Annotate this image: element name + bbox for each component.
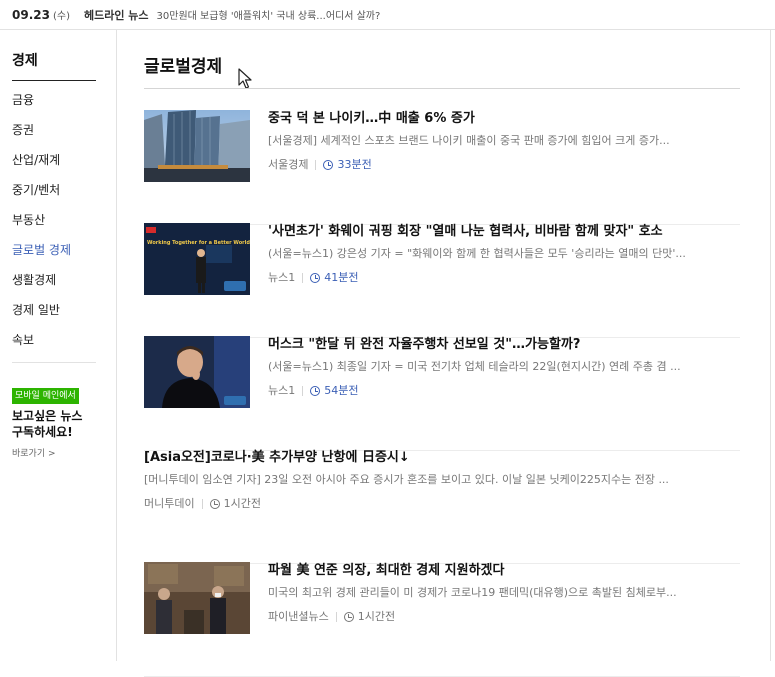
clock-icon — [209, 499, 220, 509]
article-summary[interactable]: 미국의 최고위 경제 관리들이 미 경제가 코로나19 팬데믹(대유행)으로 촉… — [268, 585, 740, 601]
sidebar-item-real-estate[interactable]: 부동산 — [12, 210, 71, 240]
headline-label: 헤드라인 뉴스 — [83, 8, 149, 22]
sidebar: 경제 금융 증권 산업/재계 중기/벤처 부동산 글로벌 경제 생활경제 경제 … — [12, 30, 96, 661]
sidebar-item-global-economy[interactable]: 글로벌 경제 — [12, 240, 71, 270]
clock-icon — [323, 160, 334, 170]
weekday: (수) — [52, 11, 70, 22]
clock-icon — [343, 612, 354, 622]
sidebar-item-finance[interactable]: 금융 — [12, 90, 71, 120]
article-item[interactable]: 머스크 "한달 뒤 완전 자율주행차 선보일 것"…가능할까? (서울=뉴스1)… — [144, 336, 740, 451]
article-summary[interactable]: [머니투데이 임소연 기자] 23일 오전 아시아 주요 증시가 혼조를 보이고… — [144, 472, 740, 488]
sidebar-divider-2 — [12, 362, 96, 363]
meta-divider — [201, 499, 203, 509]
article-title[interactable]: 파월 美 연준 의장, 최대한 경제 지원하겠다 — [268, 562, 740, 580]
meta-divider — [302, 386, 304, 396]
article-meta: 파이낸셜뉴스 1시간전 — [268, 609, 740, 625]
article-summary[interactable]: (서울=뉴스1) 강은성 기자 = "화웨이와 함께 한 협력사들은 모두 '승… — [268, 246, 740, 262]
hearing-image-icon — [144, 562, 250, 634]
sidebar-title[interactable]: 경제 — [12, 50, 38, 70]
right-border — [770, 30, 771, 661]
sidebar-item-sme-venture[interactable]: 중기/벤처 — [12, 180, 71, 210]
article-meta: 서울경제 33분전 — [268, 157, 740, 173]
article-meta: 뉴스1 41분전 — [268, 270, 740, 286]
headline-bar: 09.23 (수) 헤드라인 뉴스 30만원대 보급형 '애플워치' 국내 상륙… — [0, 0, 775, 30]
article-item[interactable]: [Asia오전]코로나·美 추가부양 난항에 日증시↓ [머니투데이 임소연 기… — [144, 449, 740, 564]
article-thumbnail[interactable]: Working Together for a Better World — [144, 223, 250, 295]
portrait-image-icon — [144, 336, 250, 408]
page-title: 글로벌경제 — [144, 57, 223, 77]
meta-divider — [315, 160, 317, 170]
article-time-text: 1시간전 — [223, 497, 261, 510]
article-summary[interactable]: (서울=뉴스1) 최종일 기자 = 미국 전기차 업체 테슬라의 22일(현지시… — [268, 359, 740, 375]
article-time: 54분전 — [310, 383, 359, 399]
clock-icon — [310, 273, 321, 283]
article-source: 뉴스1 — [268, 271, 296, 284]
article-thumbnail[interactable] — [144, 336, 250, 408]
article-time-text: 1시간전 — [357, 610, 396, 623]
article-item[interactable]: 중국 덕 본 나이키…中 매출 6% 증가 [서울경제] 세계적인 스포츠 브랜… — [144, 110, 740, 225]
sidebar-item-stocks[interactable]: 증권 — [12, 120, 71, 150]
sidebar-item-living-economy[interactable]: 생활경제 — [12, 270, 71, 300]
article-meta: 머니투데이 1시간전 — [144, 496, 740, 512]
article-title[interactable]: '사면초가' 화웨이 궈핑 회장 "열매 나눈 협력사, 비바람 함께 맞자" … — [268, 223, 740, 241]
mouse-cursor-icon — [238, 68, 252, 89]
sidebar-item-breaking[interactable]: 속보 — [12, 330, 71, 360]
article-time-text: 41분전 — [324, 271, 359, 284]
title-divider — [144, 88, 740, 89]
article-time: 41분전 — [310, 270, 359, 286]
article-thumbnail[interactable] — [144, 562, 250, 634]
date: 09.23 — [12, 7, 50, 22]
thumbnail-caption: Working Together for a Better World — [147, 240, 250, 246]
article-item[interactable]: 파월 美 연준 의장, 최대한 경제 지원하겠다 미국의 최고위 경제 관리들이… — [144, 562, 740, 677]
promo-line-2: 구독하세요! — [12, 425, 73, 439]
promo-badge: 모바일 메인에서 — [12, 388, 79, 404]
promo-text: 보고싶은 뉴스 구독하세요! — [12, 408, 82, 440]
article-source: 파이낸셜뉴스 — [268, 610, 329, 623]
sidebar-menu: 금융 증권 산업/재계 중기/벤처 부동산 글로벌 경제 생활경제 경제 일반 … — [12, 90, 71, 360]
article-item[interactable]: Working Together for a Better World '사면초… — [144, 223, 740, 338]
sidebar-divider — [12, 80, 96, 81]
article-title[interactable]: [Asia오전]코로나·美 추가부양 난항에 日증시↓ — [144, 449, 740, 467]
article-source: 뉴스1 — [268, 384, 296, 397]
article-time: 1시간전 — [343, 609, 396, 625]
building-image-icon — [144, 110, 250, 182]
presentation-image-icon — [144, 223, 250, 295]
article-time-text: 33분전 — [337, 158, 372, 171]
article-time: 1시간전 — [209, 496, 261, 512]
promo-link[interactable]: 바로가기 > — [12, 446, 56, 459]
sidebar-item-industry[interactable]: 산업/재계 — [12, 150, 71, 180]
clock-icon — [310, 386, 321, 396]
column-divider — [116, 30, 117, 661]
meta-divider — [302, 273, 304, 283]
article-source: 서울경제 — [268, 158, 309, 171]
article-title[interactable]: 중국 덕 본 나이키…中 매출 6% 증가 — [268, 110, 740, 128]
article-source: 머니투데이 — [144, 497, 195, 510]
article-summary[interactable]: [서울경제] 세계적인 스포츠 브랜드 나이키 매출이 중국 판매 증가에 힘입… — [268, 133, 740, 149]
meta-divider — [335, 612, 337, 622]
article-title[interactable]: 머스크 "한달 뒤 완전 자율주행차 선보일 것"…가능할까? — [268, 336, 740, 354]
article-thumbnail[interactable] — [144, 110, 250, 182]
promo-line-1: 보고싶은 뉴스 — [12, 409, 83, 423]
article-time: 33분전 — [323, 157, 372, 173]
headline-link[interactable]: 30만원대 보급형 '애플워치' 국내 상륙...어디서 살까? — [157, 7, 381, 22]
article-meta: 뉴스1 54분전 — [268, 383, 740, 399]
sidebar-item-general-economy[interactable]: 경제 일반 — [12, 300, 71, 330]
article-time-text: 54분전 — [324, 384, 359, 397]
